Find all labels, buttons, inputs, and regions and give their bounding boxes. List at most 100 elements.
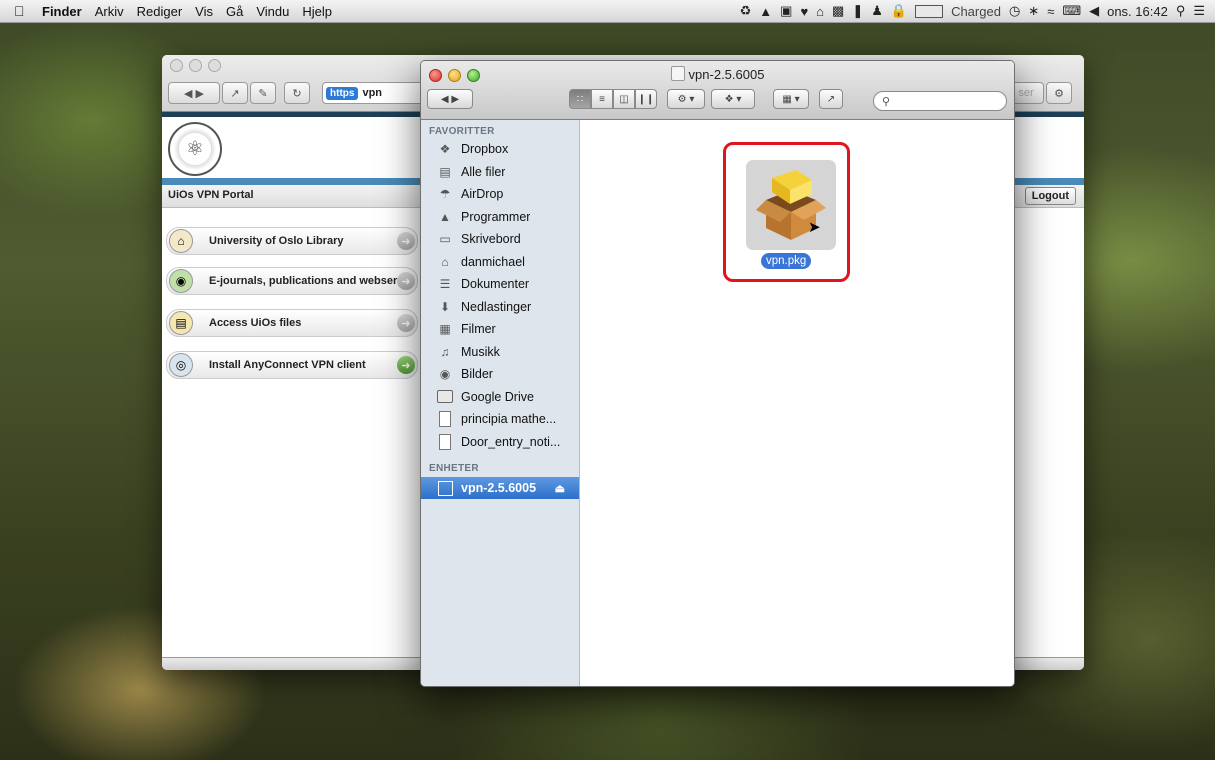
bluetooth-icon[interactable]: ∗: [1028, 3, 1039, 19]
sidebar-item-home[interactable]: ⌂ danmichael: [421, 251, 579, 274]
pictures-icon: ◉: [439, 367, 451, 382]
sidebar-item-dropbox[interactable]: ❖ Dropbox: [421, 138, 579, 161]
sidebar-item-label: danmichael: [461, 254, 525, 269]
drive-icon[interactable]: ▲: [759, 4, 772, 19]
bookmark-icon[interactable]: ❚: [852, 3, 863, 19]
menu-hjelp[interactable]: Hjelp: [302, 4, 332, 19]
user-icon[interactable]: ♟: [871, 3, 883, 19]
heart-icon[interactable]: ♥: [800, 4, 808, 19]
menu-vindu[interactable]: Vindu: [256, 4, 289, 19]
browser-back-forward-button[interactable]: ◀ ▶: [168, 82, 220, 104]
menu-ga[interactable]: Gå: [226, 4, 243, 19]
sidebar-item-applications[interactable]: ▲ Programmer: [421, 206, 579, 229]
sidebar-item-airdrop[interactable]: ☂ AirDrop: [421, 183, 579, 206]
menu-vis[interactable]: Vis: [195, 4, 213, 19]
file-name-label[interactable]: vpn.pkg: [761, 253, 812, 269]
finder-search-field[interactable]: ⚲: [873, 91, 1007, 111]
spotlight-icon[interactable]: ⚲: [1176, 3, 1186, 19]
sidebar-item-label: Google Drive: [461, 389, 534, 404]
sidebar-item-principia[interactable]: principia mathe...: [421, 408, 579, 431]
portal-title: UiOs VPN Portal: [168, 189, 254, 201]
search-icon: ⚲: [882, 95, 891, 108]
browser-url-text: vpn: [362, 87, 383, 99]
disk-icon: [670, 66, 685, 81]
share-icon[interactable]: ↗: [819, 89, 843, 109]
notification-center-icon[interactable]: ☰: [1193, 3, 1205, 19]
home-status-icon[interactable]: ⌂: [816, 4, 824, 19]
browser-settings-icon[interactable]: ⚙: [1046, 82, 1072, 104]
sidebar-item-label: Dropbox: [461, 142, 509, 157]
portal-link-anyconnect[interactable]: ◎ Install AnyConnect VPN client ➜: [166, 351, 418, 379]
portal-link-ejournals[interactable]: ◉ E-journals, publications and webser ➜: [166, 267, 418, 295]
browser-url-bar[interactable]: https vpn: [322, 82, 424, 104]
view-list-button[interactable]: ≡: [591, 89, 613, 109]
sidebar-header-favorites: FAVORITTER: [429, 126, 495, 137]
menu-app-name[interactable]: Finder: [42, 4, 82, 19]
finder-sidebar: FAVORITTER ❖ Dropbox ▤ Alle filer ☂ AirD…: [421, 120, 580, 686]
sidebar-item-documents[interactable]: ☰ Dokumenter: [421, 273, 579, 296]
document-icon: [437, 433, 453, 450]
sidebar-item-label: Dokumenter: [461, 277, 530, 292]
anyconnect-icon: ◎: [169, 353, 193, 377]
sidebar-item-label: vpn-2.5.6005: [461, 481, 537, 495]
finder-title-text: vpn-2.5.6005: [688, 67, 765, 82]
portal-link-files[interactable]: ▤ Access UiOs files ➜: [166, 309, 418, 337]
sidebar-item-music[interactable]: ♫ Musikk: [421, 341, 579, 364]
home-link-icon: ⌂: [169, 229, 193, 253]
wifi-icon[interactable]: ≈: [1047, 4, 1054, 19]
browser-share-button[interactable]: ↗: [222, 82, 248, 104]
browser-reload-icon[interactable]: ↻: [284, 82, 310, 104]
screen-icon[interactable]: ▩: [832, 3, 844, 19]
sidebar-item-downloads[interactable]: ⬇ Nedlastinger: [421, 296, 579, 319]
portal-link-label: E-journals, publications and webser: [209, 275, 398, 287]
portal-link-library[interactable]: ⌂ University of Oslo Library ➜: [166, 227, 418, 255]
music-icon: ♫: [440, 344, 450, 359]
volume-icon[interactable]: ◀: [1089, 3, 1099, 19]
menu-arkiv[interactable]: Arkiv: [95, 4, 124, 19]
sidebar-item-label: Alle filer: [461, 164, 506, 179]
view-icons-button[interactable]: ∷: [569, 89, 591, 109]
sidebar-item-vpn-disk[interactable]: vpn-2.5.6005 ⏏: [421, 477, 579, 499]
sidebar-item-label: Skrivebord: [461, 232, 521, 247]
battery-icon[interactable]: [915, 4, 944, 18]
view-columns-button[interactable]: ◫: [613, 89, 635, 109]
sidebar-item-pictures[interactable]: ◉ Bilder: [421, 363, 579, 386]
arrow-right-icon[interactable]: ➜: [397, 356, 415, 374]
applications-icon: ▲: [439, 209, 451, 224]
battery-status[interactable]: Charged: [951, 4, 1001, 19]
calendar-icon[interactable]: ▣: [780, 3, 792, 19]
arrow-right-icon[interactable]: ➜: [397, 272, 415, 290]
file-vpn-pkg[interactable]: [746, 160, 836, 250]
dropbox-menu-icon[interactable]: ❖ ▾: [711, 89, 755, 109]
portal-link-label: Install AnyConnect VPN client: [209, 359, 366, 371]
logout-button[interactable]: Logout: [1024, 187, 1076, 205]
sync-icon[interactable]: ♻: [740, 3, 752, 19]
sidebar-item-google-drive[interactable]: Google Drive: [421, 386, 579, 409]
globe-icon: ◉: [169, 269, 193, 293]
sidebar-item-all-files[interactable]: ▤ Alle filer: [421, 161, 579, 184]
menu-bar:  Finder Arkiv Rediger Vis Gå Vindu Hjel…: [0, 0, 1215, 23]
arrow-right-icon[interactable]: ➜: [397, 232, 415, 250]
menu-rediger[interactable]: Rediger: [137, 4, 183, 19]
all-files-icon: ▤: [439, 164, 451, 179]
arrange-icon[interactable]: ▦ ▾: [773, 89, 809, 109]
apple-menu-icon[interactable]: : [14, 3, 32, 19]
sidebar-item-label: Musikk: [461, 344, 500, 359]
keyboard-icon[interactable]: ⌨: [1062, 3, 1081, 19]
view-coverflow-button[interactable]: ❙❙: [635, 89, 657, 109]
document-icon: [437, 411, 453, 428]
finder-back-forward-button[interactable]: ◀ ▶: [427, 89, 473, 109]
arrow-right-icon[interactable]: ➜: [397, 314, 415, 332]
browser-wrench-icon[interactable]: ✎: [250, 82, 276, 104]
time-machine-icon[interactable]: ◷: [1009, 3, 1020, 19]
sidebar-item-desktop[interactable]: ▭ Skrivebord: [421, 228, 579, 251]
clock[interactable]: ons. 16:42: [1107, 4, 1168, 19]
sidebar-item-label: AirDrop: [461, 187, 504, 202]
sidebar-item-door-entry[interactable]: Door_entry_noti...: [421, 431, 579, 454]
eject-icon[interactable]: ⏏: [555, 482, 565, 495]
lock-icon[interactable]: 🔒: [891, 3, 907, 19]
sidebar-item-movies[interactable]: ▦ Filmer: [421, 318, 579, 341]
action-gear-icon[interactable]: ⚙ ▾: [667, 89, 705, 109]
network-share-icon: ▤: [169, 311, 193, 335]
mouse-cursor-icon: ➤: [808, 219, 821, 236]
